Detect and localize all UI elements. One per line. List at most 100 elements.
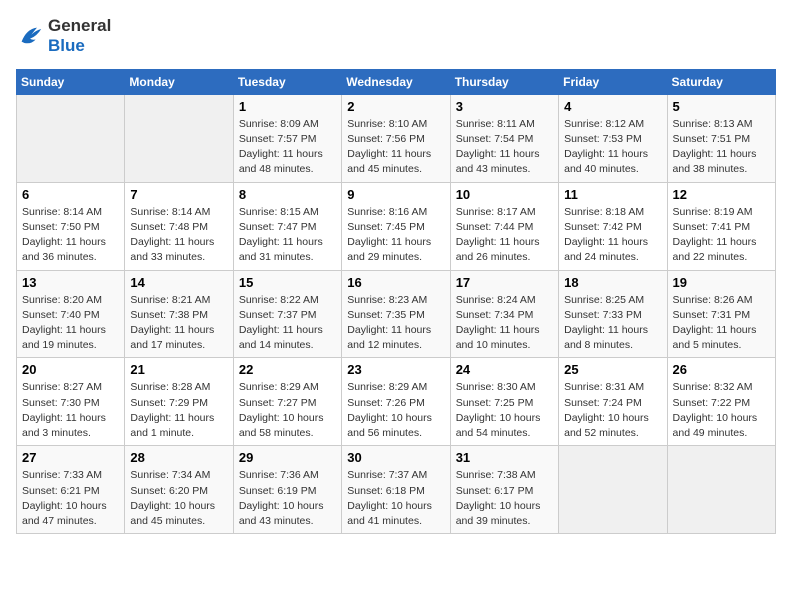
day-number: 20 — [22, 362, 119, 377]
day-number: 12 — [673, 187, 770, 202]
page-header: General Blue — [16, 16, 776, 57]
day-number: 21 — [130, 362, 227, 377]
day-number: 28 — [130, 450, 227, 465]
logo-icon — [16, 22, 44, 50]
calendar-cell: 11Sunrise: 8:18 AM Sunset: 7:42 PM Dayli… — [559, 182, 667, 270]
day-number: 4 — [564, 99, 661, 114]
cell-content: Sunrise: 8:21 AM Sunset: 7:38 PM Dayligh… — [130, 293, 227, 354]
calendar-cell: 28 Sunrise: 7:34 AM Sunset: 6:20 PM Dayli… — [125, 446, 233, 534]
calendar-week-row: 13Sunrise: 8:20 AM Sunset: 7:40 PM Dayli… — [17, 270, 776, 358]
day-number: 3 — [456, 99, 553, 114]
day-number: 26 — [673, 362, 770, 377]
cell-content: Sunrise: 8:15 AM Sunset: 7:47 PM Dayligh… — [239, 205, 336, 266]
calendar-cell — [667, 446, 775, 534]
day-number: 2 — [347, 99, 444, 114]
calendar-cell: 24 Sunrise: 8:30 AM Sunset: 7:25 PM Dayli… — [450, 358, 558, 446]
day-number: 16 — [347, 275, 444, 290]
cell-content: Sunrise: 7:34 AM Sunset: 6:20 PM Dayligh… — [130, 468, 227, 529]
day-number: 10 — [456, 187, 553, 202]
cell-content: Sunrise: 8:26 AM Sunset: 7:31 PM Dayligh… — [673, 293, 770, 354]
calendar-cell: 26 Sunrise: 8:32 AM Sunset: 7:22 PM Dayli… — [667, 358, 775, 446]
day-number: 19 — [673, 275, 770, 290]
calendar-cell: 15 Sunrise: 8:22 AM Sunset: 7:37 PM Dayli… — [233, 270, 341, 358]
cell-content: Sunrise: 8:32 AM Sunset: 7:22 PM Dayligh… — [673, 380, 770, 441]
cell-content: Sunrise: 7:37 AM Sunset: 6:18 PM Dayligh… — [347, 468, 444, 529]
calendar-cell: 29 Sunrise: 7:36 AM Sunset: 6:19 PM Dayli… — [233, 446, 341, 534]
cell-content: Sunrise: 7:36 AM Sunset: 6:19 PM Dayligh… — [239, 468, 336, 529]
calendar-cell: 23 Sunrise: 8:29 AM Sunset: 7:26 PM Dayli… — [342, 358, 450, 446]
cell-content: Sunrise: 8:28 AM Sunset: 7:29 PM Dayligh… — [130, 380, 227, 441]
calendar-cell: 2Sunrise: 8:10 AM Sunset: 7:56 PM Daylig… — [342, 94, 450, 182]
logo-text: General Blue — [48, 16, 111, 57]
calendar-cell: 17 Sunrise: 8:24 AM Sunset: 7:34 PM Dayli… — [450, 270, 558, 358]
calendar-cell: 14 Sunrise: 8:21 AM Sunset: 7:38 PM Dayli… — [125, 270, 233, 358]
cell-content: Sunrise: 8:12 AM Sunset: 7:53 PM Dayligh… — [564, 117, 661, 178]
cell-content: Sunrise: 7:38 AM Sunset: 6:17 PM Dayligh… — [456, 468, 553, 529]
cell-content: Sunrise: 8:29 AM Sunset: 7:27 PM Dayligh… — [239, 380, 336, 441]
calendar-cell: 16 Sunrise: 8:23 AM Sunset: 7:35 PM Dayli… — [342, 270, 450, 358]
calendar-cell: 8Sunrise: 8:15 AM Sunset: 7:47 PM Daylig… — [233, 182, 341, 270]
day-header: Tuesday — [233, 69, 341, 94]
calendar-cell: 30 Sunrise: 7:37 AM Sunset: 6:18 PM Dayli… — [342, 446, 450, 534]
cell-content: Sunrise: 8:23 AM Sunset: 7:35 PM Dayligh… — [347, 293, 444, 354]
day-number: 5 — [673, 99, 770, 114]
calendar-cell — [17, 94, 125, 182]
cell-content: Sunrise: 8:27 AM Sunset: 7:30 PM Dayligh… — [22, 380, 119, 441]
cell-content: Sunrise: 8:29 AM Sunset: 7:26 PM Dayligh… — [347, 380, 444, 441]
calendar-cell — [125, 94, 233, 182]
day-number: 11 — [564, 187, 661, 202]
day-number: 7 — [130, 187, 227, 202]
calendar-cell: 6 Sunrise: 8:14 AM Sunset: 7:50 PM Daylig… — [17, 182, 125, 270]
cell-content: Sunrise: 8:09 AM Sunset: 7:57 PM Dayligh… — [239, 117, 336, 178]
calendar-week-row: 6 Sunrise: 8:14 AM Sunset: 7:50 PM Daylig… — [17, 182, 776, 270]
calendar-cell: 27 Sunrise: 7:33 AM Sunset: 6:21 PM Dayli… — [17, 446, 125, 534]
day-number: 17 — [456, 275, 553, 290]
calendar-cell: 20 Sunrise: 8:27 AM Sunset: 7:30 PM Dayli… — [17, 358, 125, 446]
calendar-week-row: 27 Sunrise: 7:33 AM Sunset: 6:21 PM Dayli… — [17, 446, 776, 534]
day-number: 30 — [347, 450, 444, 465]
calendar-cell: 7Sunrise: 8:14 AM Sunset: 7:48 PM Daylig… — [125, 182, 233, 270]
calendar-cell: 9 Sunrise: 8:16 AM Sunset: 7:45 PM Daylig… — [342, 182, 450, 270]
day-number: 9 — [347, 187, 444, 202]
day-number: 22 — [239, 362, 336, 377]
cell-content: Sunrise: 8:19 AM Sunset: 7:41 PM Dayligh… — [673, 205, 770, 266]
calendar-cell: 25Sunrise: 8:31 AM Sunset: 7:24 PM Dayli… — [559, 358, 667, 446]
calendar-cell: 21 Sunrise: 8:28 AM Sunset: 7:29 PM Dayli… — [125, 358, 233, 446]
day-number: 25 — [564, 362, 661, 377]
calendar-cell: 22 Sunrise: 8:29 AM Sunset: 7:27 PM Dayli… — [233, 358, 341, 446]
cell-content: Sunrise: 7:33 AM Sunset: 6:21 PM Dayligh… — [22, 468, 119, 529]
day-number: 18 — [564, 275, 661, 290]
logo: General Blue — [16, 16, 111, 57]
cell-content: Sunrise: 8:13 AM Sunset: 7:51 PM Dayligh… — [673, 117, 770, 178]
header-row: SundayMondayTuesdayWednesdayThursdayFrid… — [17, 69, 776, 94]
calendar-cell: 3 Sunrise: 8:11 AM Sunset: 7:54 PM Daylig… — [450, 94, 558, 182]
calendar-cell: 31 Sunrise: 7:38 AM Sunset: 6:17 PM Dayli… — [450, 446, 558, 534]
day-number: 6 — [22, 187, 119, 202]
day-header: Wednesday — [342, 69, 450, 94]
day-header: Saturday — [667, 69, 775, 94]
day-number: 13 — [22, 275, 119, 290]
day-number: 29 — [239, 450, 336, 465]
cell-content: Sunrise: 8:11 AM Sunset: 7:54 PM Dayligh… — [456, 117, 553, 178]
cell-content: Sunrise: 8:24 AM Sunset: 7:34 PM Dayligh… — [456, 293, 553, 354]
calendar-cell — [559, 446, 667, 534]
cell-content: Sunrise: 8:22 AM Sunset: 7:37 PM Dayligh… — [239, 293, 336, 354]
day-number: 14 — [130, 275, 227, 290]
cell-content: Sunrise: 8:25 AM Sunset: 7:33 PM Dayligh… — [564, 293, 661, 354]
day-number: 24 — [456, 362, 553, 377]
day-header: Friday — [559, 69, 667, 94]
calendar-table: SundayMondayTuesdayWednesdayThursdayFrid… — [16, 69, 776, 534]
cell-content: Sunrise: 8:16 AM Sunset: 7:45 PM Dayligh… — [347, 205, 444, 266]
day-header: Thursday — [450, 69, 558, 94]
cell-content: Sunrise: 8:14 AM Sunset: 7:50 PM Dayligh… — [22, 205, 119, 266]
day-number: 31 — [456, 450, 553, 465]
calendar-cell: 10Sunrise: 8:17 AM Sunset: 7:44 PM Dayli… — [450, 182, 558, 270]
day-header: Monday — [125, 69, 233, 94]
day-number: 27 — [22, 450, 119, 465]
cell-content: Sunrise: 8:30 AM Sunset: 7:25 PM Dayligh… — [456, 380, 553, 441]
calendar-cell: 1Sunrise: 8:09 AM Sunset: 7:57 PM Daylig… — [233, 94, 341, 182]
day-number: 23 — [347, 362, 444, 377]
day-number: 15 — [239, 275, 336, 290]
calendar-cell: 13Sunrise: 8:20 AM Sunset: 7:40 PM Dayli… — [17, 270, 125, 358]
calendar-cell: 4 Sunrise: 8:12 AM Sunset: 7:53 PM Daylig… — [559, 94, 667, 182]
